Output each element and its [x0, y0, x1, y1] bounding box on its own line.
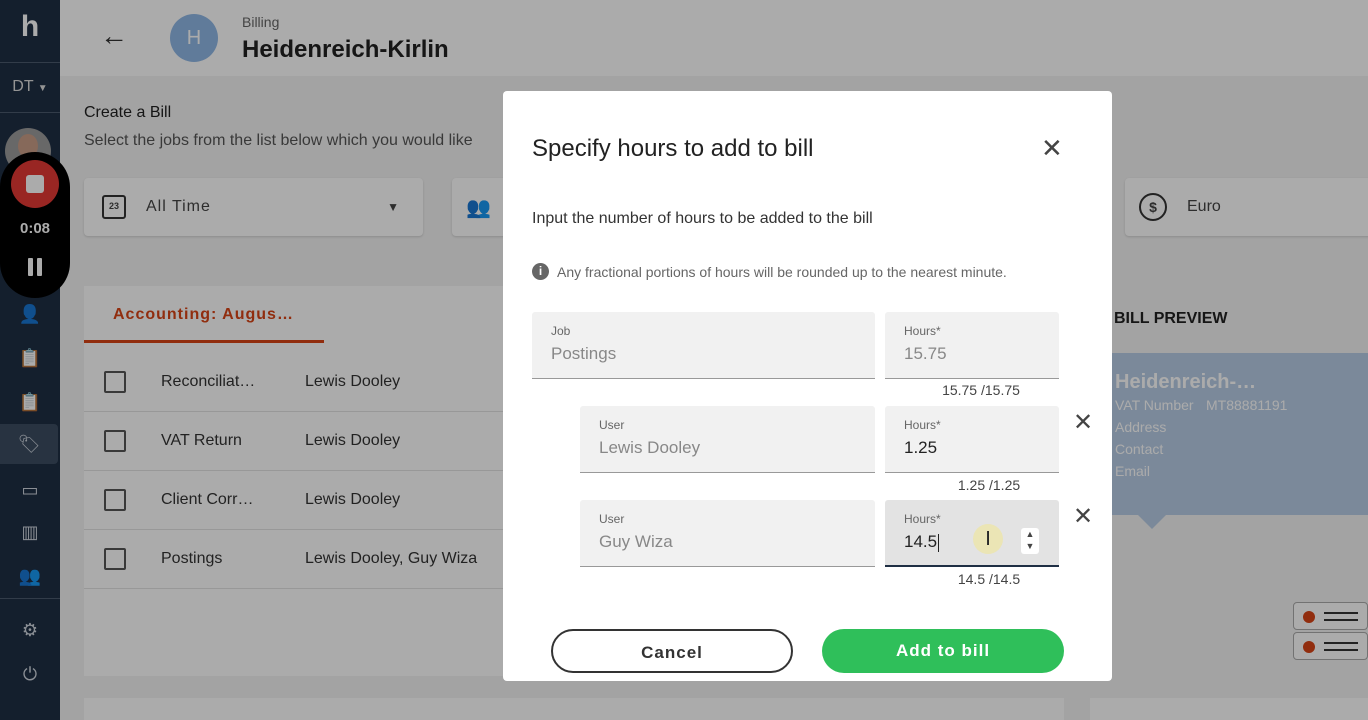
- hours-caption: 1.25 /1.25: [957, 477, 1021, 493]
- dialog-subtitle: Input the number of hours to be added to…: [532, 210, 873, 227]
- user-name: Lewis Dooley: [599, 438, 701, 457]
- text-caret: [938, 533, 940, 552]
- hours-input[interactable]: Hours* 14.5 I ▲ ▼: [885, 500, 1059, 567]
- job-hours-caption: 15.75 /15.75: [942, 382, 1020, 398]
- hours-value: 14.5: [904, 532, 938, 551]
- user-field: User Lewis Dooley: [580, 406, 875, 473]
- field-label: Hours*: [904, 512, 941, 526]
- job-value: Postings: [551, 344, 617, 363]
- field-label: Job: [551, 324, 571, 338]
- field-label: Hours*: [904, 324, 941, 338]
- job-hours-field: Hours* 15.75: [885, 312, 1059, 379]
- hours-value: 1.25: [904, 438, 938, 457]
- number-stepper[interactable]: ▲ ▼: [1021, 528, 1039, 554]
- dialog-title: Specify hours to add to bill: [532, 135, 814, 162]
- field-label: Hours*: [904, 418, 941, 432]
- info-icon: i: [532, 263, 549, 280]
- add-to-bill-button[interactable]: Add to bill: [822, 629, 1064, 673]
- cancel-button[interactable]: Cancel: [551, 629, 793, 673]
- hours-dialog: Specify hours to add to bill ✕ Input the…: [503, 91, 1112, 681]
- hours-caption: 14.5 /14.5: [957, 571, 1021, 587]
- hours-input[interactable]: Hours* 1.25: [885, 406, 1059, 473]
- field-label: User: [599, 512, 625, 526]
- user-field: User Guy Wiza: [580, 500, 875, 567]
- hours-value-wrap: 14.5: [904, 532, 940, 552]
- job-hours-value: 15.75: [904, 344, 947, 363]
- job-field: Job Postings: [532, 312, 875, 379]
- remove-user-icon[interactable]: ✕: [1073, 502, 1093, 531]
- info-note: i Any fractional portions of hours will …: [532, 263, 1007, 280]
- close-icon[interactable]: ✕: [1041, 133, 1063, 164]
- remove-user-icon[interactable]: ✕: [1073, 408, 1093, 437]
- user-name: Guy Wiza: [599, 532, 673, 551]
- text-cursor-icon: I: [973, 524, 1003, 554]
- info-text: Any fractional portions of hours will be…: [557, 263, 1007, 280]
- field-label: User: [599, 418, 625, 432]
